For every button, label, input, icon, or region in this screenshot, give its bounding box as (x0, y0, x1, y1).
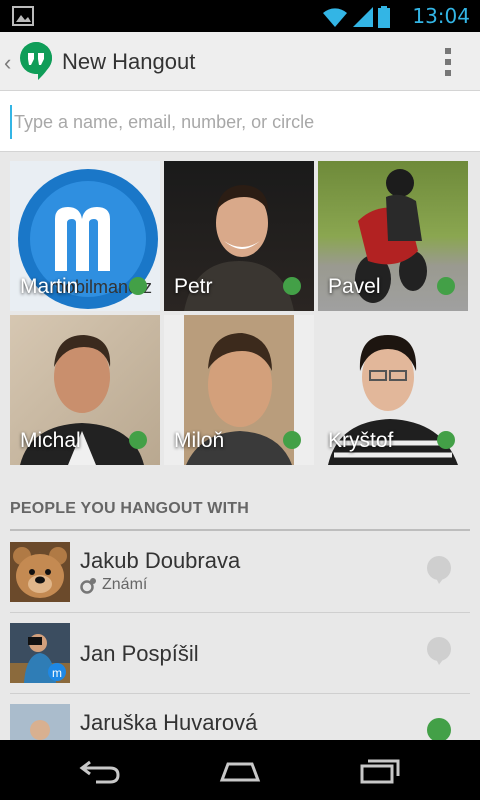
online-status-icon (437, 277, 455, 295)
avatar: m (10, 623, 70, 683)
search-bar (0, 91, 480, 152)
wifi-icon (323, 8, 347, 27)
overflow-menu-icon[interactable] (444, 46, 452, 76)
contact-name: Pavel (328, 275, 381, 298)
person-name: Jaruška Huvarová (80, 710, 258, 735)
person-name: Jakub Doubrava (80, 548, 241, 573)
online-status-icon (283, 431, 301, 449)
avatar (10, 542, 70, 602)
home-icon[interactable] (216, 754, 264, 786)
page-title: New Hangout (62, 49, 196, 74)
online-status-icon (283, 277, 301, 295)
contact-name: Michal (20, 429, 81, 452)
action-bar: ‹ New Hangout (0, 32, 480, 91)
contact-tile-martin[interactable]: mobilmanetz Martin (10, 161, 160, 311)
online-status-icon (129, 431, 147, 449)
list-item-jakub[interactable]: Jakub Doubrava Známí (0, 532, 480, 613)
offline-status-icon (427, 637, 451, 665)
section-title: PEOPLE YOU HANGOUT WITH (10, 500, 249, 517)
contact-tile-krystof[interactable]: Kryštof (318, 315, 468, 465)
battery-icon (378, 6, 390, 28)
contact-tile-pavel[interactable]: Pavel (318, 161, 468, 311)
recent-apps-icon[interactable] (356, 754, 404, 786)
hangouts-logo-icon[interactable] (16, 40, 56, 80)
signal-icon (353, 7, 373, 27)
section-divider (10, 529, 470, 531)
navigation-bar (0, 740, 480, 800)
search-input[interactable] (10, 105, 476, 139)
contact-tile-petr[interactable]: Petr (164, 161, 314, 311)
contact-name: Miloň (174, 429, 225, 452)
offline-status-icon (427, 556, 451, 584)
list-item-jan[interactable]: m Jan Pospíšil (0, 613, 480, 694)
status-bar: 13:04 (0, 0, 480, 32)
clock: 13:04 (412, 4, 470, 28)
up-caret-icon[interactable]: ‹ (4, 50, 11, 76)
teddy-bear-photo (10, 542, 70, 602)
circle-icon (80, 578, 96, 594)
image-notification-icon (12, 6, 34, 26)
person-photo: m (10, 623, 70, 683)
person-circle: Známí (80, 576, 147, 594)
person-name: Jan Pospíšil (80, 641, 199, 666)
contact-name: Martin (20, 275, 79, 298)
back-icon[interactable] (76, 754, 124, 786)
contact-tile-milon[interactable]: Miloň (164, 315, 314, 465)
status-icons (322, 4, 390, 28)
online-status-icon (437, 431, 455, 449)
circle-label: Známí (102, 576, 148, 593)
contact-tile-michal[interactable]: Michal (10, 315, 160, 465)
svg-text:m: m (52, 666, 62, 680)
contact-name: Kryštof (328, 429, 394, 452)
online-status-icon (129, 277, 147, 295)
contact-name: Petr (174, 275, 213, 298)
